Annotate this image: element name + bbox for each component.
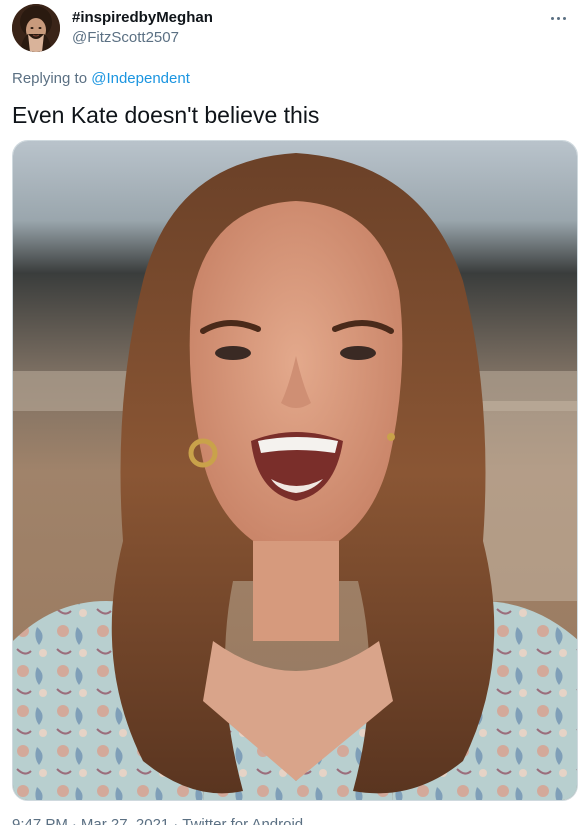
user-names: #inspiredbyMeghan @FitzScott2507 — [72, 8, 213, 48]
tweet-media-photo[interactable] — [12, 140, 578, 801]
tweet-text: Even Kate doesn't believe this — [12, 102, 320, 128]
tweet-header: #inspiredbyMeghan @FitzScott2507 — [12, 4, 576, 54]
user-handle[interactable]: @FitzScott2507 — [72, 28, 213, 48]
tweet-meta: 9:47 PM · Mar 27, 2021 · Twitter for Android — [12, 815, 303, 825]
tweet-card: #inspiredbyMeghan @FitzScott2507 Replyin… — [0, 0, 588, 825]
more-options-icon[interactable] — [544, 6, 572, 30]
tweet-date[interactable]: Mar 27, 2021 — [81, 816, 169, 825]
reply-mention-link[interactable]: @Independent — [91, 70, 190, 87]
avatar[interactable] — [12, 4, 60, 52]
replying-to: Replying to @Independent — [12, 69, 190, 89]
tweet-source[interactable]: Twitter for Android — [182, 816, 303, 825]
display-name[interactable]: #inspiredbyMeghan — [72, 8, 213, 28]
replying-to-label: Replying to — [12, 70, 88, 87]
tweet-time[interactable]: 9:47 PM — [12, 816, 68, 825]
